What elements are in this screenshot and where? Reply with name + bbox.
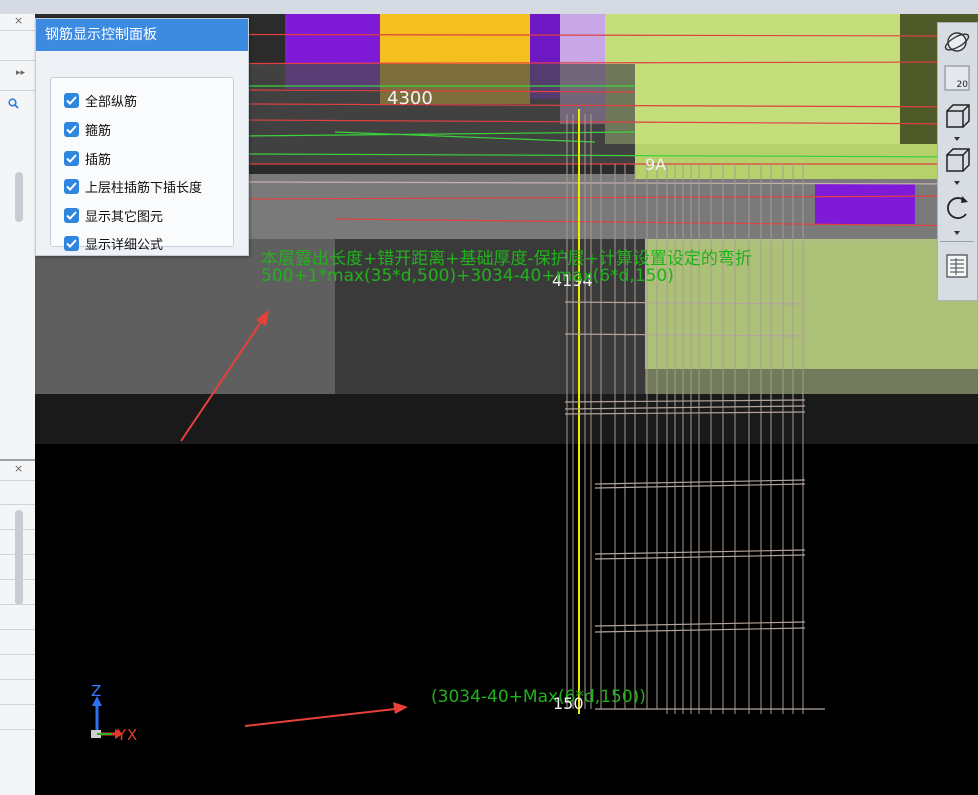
axis-z-label: Z bbox=[91, 682, 102, 700]
option-show-other-elements[interactable]: 显示其它图元 bbox=[64, 205, 163, 225]
chevron-down-icon[interactable] bbox=[954, 231, 960, 235]
divider bbox=[0, 679, 35, 680]
dimension-label: 4300 bbox=[387, 88, 433, 109]
checkbox[interactable] bbox=[64, 178, 79, 194]
divider bbox=[0, 60, 35, 61]
top-toolbar-strip bbox=[0, 0, 978, 15]
divider bbox=[940, 241, 974, 242]
divider bbox=[0, 30, 35, 31]
option-upper-column-dowel-length[interactable]: 上层柱插筋下插长度 bbox=[64, 176, 202, 196]
option-label: 显示其它图元 bbox=[85, 209, 164, 225]
divider bbox=[0, 529, 35, 530]
rebar-list-icon[interactable] bbox=[942, 251, 972, 281]
divider bbox=[0, 579, 35, 580]
expand-icon[interactable]: ▸▸ bbox=[16, 68, 25, 78]
divider bbox=[0, 654, 35, 655]
checkbox[interactable] bbox=[64, 235, 79, 251]
checkbox[interactable] bbox=[64, 121, 79, 137]
option-label: 全部纵筋 bbox=[85, 94, 138, 110]
rotate-icon[interactable] bbox=[942, 193, 972, 223]
divider bbox=[0, 504, 35, 505]
view-toolbar: 20 bbox=[937, 22, 978, 301]
view-3d-icon[interactable] bbox=[942, 101, 972, 131]
checkbox[interactable] bbox=[64, 150, 79, 166]
divider bbox=[0, 604, 35, 605]
panel-title: 钢筋显示控制面板 bbox=[36, 19, 248, 51]
option-label: 箍筋 bbox=[85, 123, 112, 139]
option-all-longitudinal[interactable]: 全部纵筋 bbox=[64, 90, 137, 110]
divider bbox=[0, 480, 35, 481]
zoom-icon[interactable]: 20 bbox=[942, 63, 972, 93]
axis-gizmo: Z Y X bbox=[87, 682, 147, 744]
option-label: 上层柱插筋下插长度 bbox=[85, 180, 203, 196]
divider bbox=[0, 90, 35, 91]
rebar-display-control-panel: 钢筋显示控制面板 全部纵筋 箍筋 插筋 上层柱插筋下插长度 显示其它图元 显示详… bbox=[35, 18, 249, 256]
chevron-down-icon[interactable] bbox=[954, 181, 960, 185]
view-box-icon[interactable] bbox=[942, 145, 972, 175]
axis-x-label: X bbox=[127, 726, 138, 744]
divider bbox=[0, 629, 35, 630]
bottom-dimension: 150 bbox=[553, 694, 584, 713]
divider bbox=[0, 459, 35, 461]
checkbox[interactable] bbox=[64, 92, 79, 108]
scrollbar[interactable] bbox=[15, 172, 23, 222]
divider bbox=[0, 554, 35, 555]
dimension-label: 9A bbox=[645, 155, 667, 174]
axis-y-label: Y bbox=[117, 726, 127, 744]
checkbox[interactable] bbox=[64, 207, 79, 223]
option-label: 插筋 bbox=[85, 152, 112, 168]
close-icon[interactable]: × bbox=[14, 462, 23, 475]
option-dowel[interactable]: 插筋 bbox=[64, 148, 111, 168]
zoom-level: 20 bbox=[956, 80, 968, 90]
option-stirrup[interactable]: 箍筋 bbox=[64, 119, 111, 139]
chevron-down-icon[interactable] bbox=[954, 137, 960, 141]
scrollbar[interactable] bbox=[15, 510, 23, 605]
formula-expression: 500+1*max(35*d,500)+3034-40+max(6*d,150) bbox=[261, 266, 674, 286]
bottom-formula: (3034-40+Max(6*d,150)) bbox=[431, 687, 646, 707]
left-side-panel: × ▸▸ × bbox=[0, 14, 36, 795]
search-icon[interactable] bbox=[8, 94, 19, 109]
close-icon[interactable]: × bbox=[14, 14, 23, 27]
divider bbox=[0, 704, 35, 705]
option-show-detailed-formula[interactable]: 显示详细公式 bbox=[64, 233, 163, 253]
divider bbox=[0, 729, 35, 730]
orbit-icon[interactable] bbox=[942, 27, 972, 57]
option-label: 显示详细公式 bbox=[85, 237, 164, 253]
options-group: 全部纵筋 箍筋 插筋 上层柱插筋下插长度 显示其它图元 显示详细公式 bbox=[50, 77, 234, 253]
